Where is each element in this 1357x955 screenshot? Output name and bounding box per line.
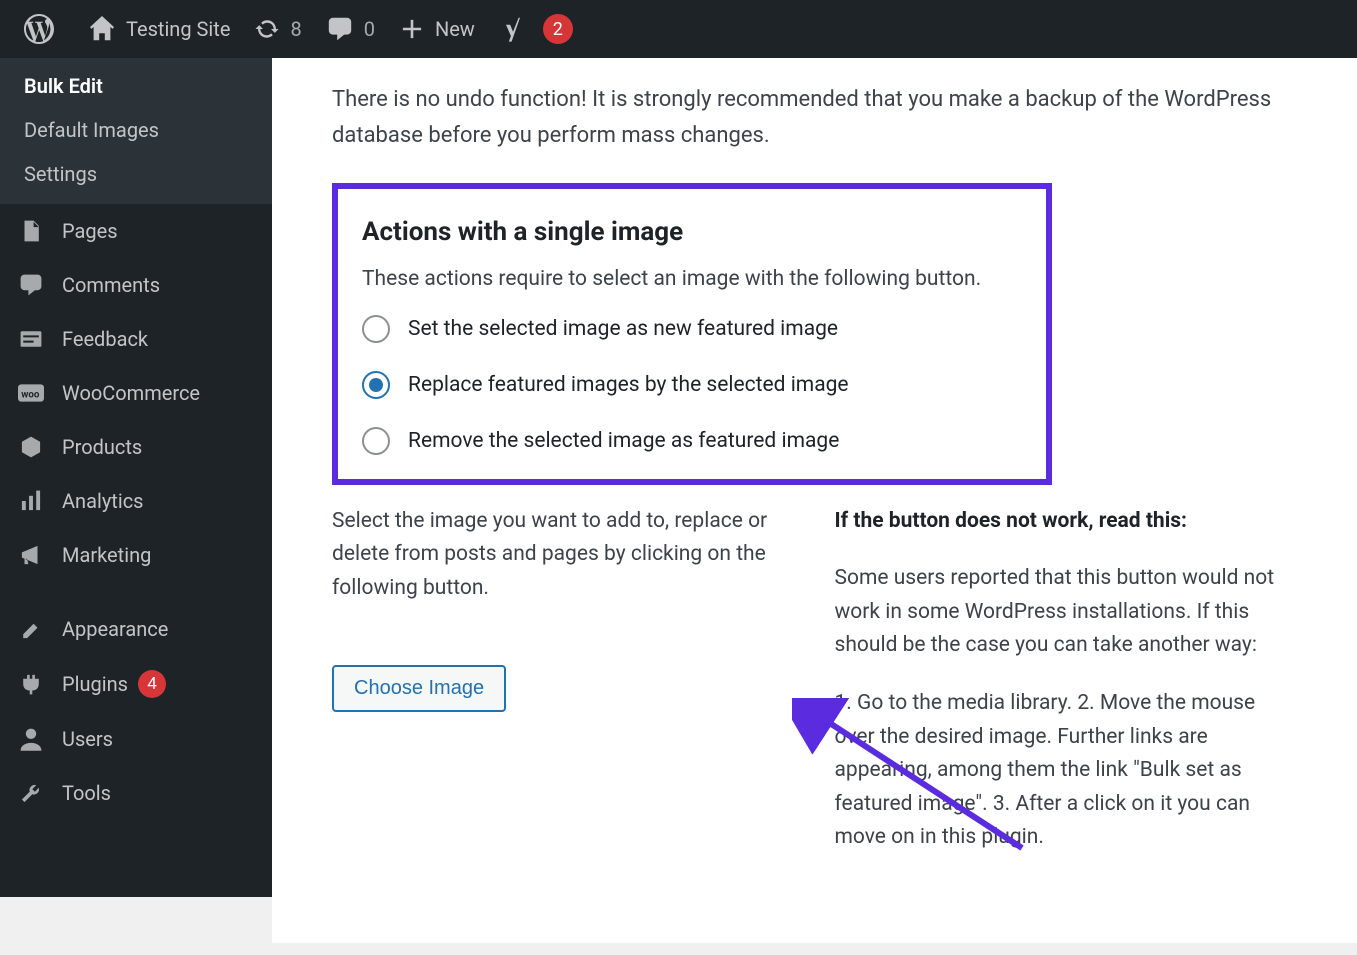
radio-input[interactable]	[362, 371, 390, 399]
radio-set-image[interactable]: Set the selected image as new featured i…	[362, 315, 1022, 343]
right-p2: 1. Go to the media library. 2. Move the …	[835, 687, 1298, 855]
radio-input[interactable]	[362, 315, 390, 343]
svg-text:woo: woo	[21, 389, 40, 400]
marketing-icon	[18, 542, 48, 568]
submenu-default-images[interactable]: Default Images	[0, 108, 272, 152]
sidebar-item-appearance[interactable]: Appearance	[0, 602, 272, 656]
radio-label: Replace featured images by the selected …	[408, 373, 849, 397]
yoast-badge: 2	[543, 14, 573, 44]
admin-sidebar: Bulk Edit Default Images Settings Pages …	[0, 58, 272, 897]
products-icon	[18, 434, 48, 460]
new-label: New	[435, 17, 475, 41]
tools-icon	[18, 780, 48, 806]
actions-heading: Actions with a single image	[362, 217, 1022, 247]
yoast-icon	[499, 15, 527, 43]
appearance-icon	[18, 616, 48, 642]
menu-label: Marketing	[62, 543, 151, 567]
updates[interactable]: 8	[242, 0, 313, 58]
choose-image-button[interactable]: Choose Image	[332, 665, 506, 712]
plugins-badge: 4	[138, 670, 166, 698]
menu-label: Appearance	[62, 617, 168, 641]
home-icon	[88, 15, 116, 43]
comment-icon	[18, 272, 48, 298]
comment-bubble-icon	[326, 15, 354, 43]
radio-input[interactable]	[362, 427, 390, 455]
plugins-icon	[18, 671, 48, 697]
choose-image-intro: Select the image you want to add to, rep…	[332, 505, 795, 606]
feedback-icon	[18, 326, 48, 352]
site-title: Testing Site	[126, 17, 230, 41]
submenu-bulk-edit[interactable]: Bulk Edit	[0, 64, 272, 108]
submenu: Bulk Edit Default Images Settings	[0, 58, 272, 204]
two-column: Select the image you want to add to, rep…	[332, 505, 1297, 879]
sidebar-item-products[interactable]: Products	[0, 420, 272, 474]
warning-text: There is no undo function! It is strongl…	[332, 82, 1297, 155]
admin-bar: Testing Site 8 0 New 2	[0, 0, 1357, 58]
actions-box: Actions with a single image These action…	[332, 183, 1052, 485]
plus-icon	[399, 16, 425, 42]
menu-label: Feedback	[62, 327, 148, 351]
main-content: There is no undo function! It is strongl…	[272, 58, 1357, 943]
menu-label: WooCommerce	[62, 381, 200, 405]
menu-label: Users	[62, 727, 113, 751]
new-content[interactable]: New	[387, 0, 487, 58]
wordpress-icon	[24, 14, 54, 44]
actions-intro: These actions require to select an image…	[362, 267, 1022, 291]
radio-label: Remove the selected image as featured im…	[408, 429, 839, 453]
sidebar-item-users[interactable]: Users	[0, 712, 272, 766]
menu-label: Tools	[62, 781, 111, 805]
wordpress-logo[interactable]	[12, 0, 76, 58]
comments-count: 0	[364, 17, 375, 41]
comments-notif[interactable]: 0	[314, 0, 387, 58]
right-heading: If the button does not work, read this:	[835, 509, 1187, 533]
right-column: If the button does not work, read this: …	[835, 505, 1298, 879]
updates-count: 8	[290, 17, 301, 41]
site-home[interactable]: Testing Site	[76, 0, 242, 58]
sidebar-item-analytics[interactable]: Analytics	[0, 474, 272, 528]
radio-label: Set the selected image as new featured i…	[408, 317, 838, 341]
menu-label: Comments	[62, 273, 160, 297]
left-column: Select the image you want to add to, rep…	[332, 505, 795, 879]
woo-icon: woo	[18, 380, 48, 406]
analytics-icon	[18, 488, 48, 514]
sidebar-item-plugins[interactable]: Plugins 4	[0, 656, 272, 712]
sidebar-item-feedback[interactable]: Feedback	[0, 312, 272, 366]
submenu-settings[interactable]: Settings	[0, 152, 272, 196]
menu-label: Plugins	[62, 672, 128, 696]
sidebar-item-marketing[interactable]: Marketing	[0, 528, 272, 582]
radio-remove-image[interactable]: Remove the selected image as featured im…	[362, 427, 1022, 455]
menu-label: Pages	[62, 219, 118, 243]
right-p1: Some users reported that this button wou…	[835, 562, 1298, 663]
radio-replace-image[interactable]: Replace featured images by the selected …	[362, 371, 1022, 399]
sidebar-item-pages[interactable]: Pages	[0, 204, 272, 258]
update-icon	[254, 16, 280, 42]
pages-icon	[18, 218, 48, 244]
sidebar-item-woocommerce[interactable]: woo WooCommerce	[0, 366, 272, 420]
menu-label: Analytics	[62, 489, 144, 513]
sidebar-item-tools[interactable]: Tools	[0, 766, 272, 820]
users-icon	[18, 726, 48, 752]
sidebar-item-comments[interactable]: Comments	[0, 258, 272, 312]
radio-list: Set the selected image as new featured i…	[362, 315, 1022, 455]
yoast[interactable]: 2	[487, 0, 585, 58]
menu-label: Products	[62, 435, 142, 459]
